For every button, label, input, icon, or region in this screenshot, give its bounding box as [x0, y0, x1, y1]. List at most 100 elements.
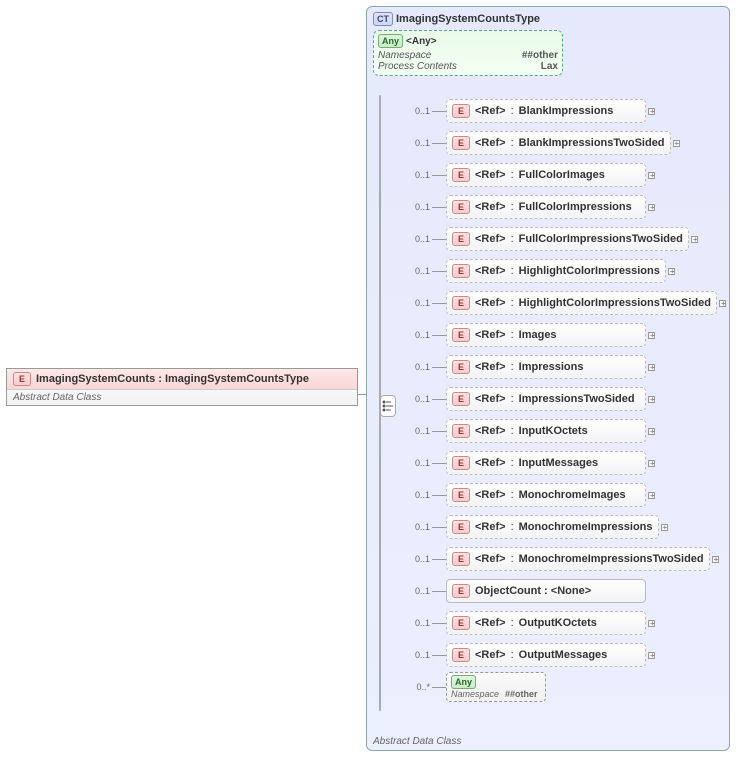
expand-icon[interactable]	[661, 524, 668, 531]
expand-icon[interactable]	[648, 652, 655, 659]
ref-element-box: E<Ref> : InputMessages	[446, 451, 646, 475]
cardinality-label: 0..1	[396, 202, 432, 212]
element-badge: E	[452, 104, 470, 118]
connector-line	[432, 495, 446, 496]
element-badge: E	[452, 392, 470, 406]
expand-icon[interactable]	[648, 364, 655, 371]
expand-icon[interactable]	[719, 300, 726, 307]
ref-label: <Ref>	[475, 617, 506, 629]
any-ns-key: Namespace	[378, 50, 431, 61]
connector-line	[432, 591, 446, 592]
connector-line	[432, 367, 446, 368]
child-row: 0..* Any Namespace ##other	[396, 671, 726, 703]
connector-line	[432, 559, 446, 560]
cardinality-label: 0..1	[396, 426, 432, 436]
expand-icon[interactable]	[648, 620, 655, 627]
any-pc-key: Process Contents	[378, 61, 457, 72]
expand-icon[interactable]	[648, 172, 655, 179]
separator: :	[511, 425, 514, 437]
connector-line	[432, 687, 446, 688]
element-name: MonochromeImpressionsTwoSided	[519, 553, 704, 565]
cardinality-label: 0..1	[396, 586, 432, 596]
expand-icon[interactable]	[648, 492, 655, 499]
any-child-block: Any Namespace ##other	[446, 672, 546, 702]
any-badge: Any	[451, 675, 476, 689]
element-name: HighlightColorImpressionsTwoSided	[519, 297, 711, 309]
connector-line	[432, 399, 446, 400]
child-row: 0..1E<Ref> : HighlightColorImpressions	[396, 255, 726, 287]
ref-element-box: E<Ref> : ImpressionsTwoSided	[446, 387, 646, 411]
ref-element-box: E<Ref> : OutputKOctets	[446, 611, 646, 635]
child-row: 0..1 E <Ref> : HighlightColorImpressionsTw…	[396, 287, 726, 319]
separator: :	[511, 233, 514, 245]
ref-element-box: E <Ref> : FullColorImpressionsTwoSided	[446, 227, 689, 251]
ref-element-box: E<Ref> : BlankImpressionsTwoSided	[446, 131, 671, 155]
element-name: FullColorImpressionsTwoSided	[519, 233, 683, 245]
child-row: 0..1E<Ref> : ImpressionsTwoSided	[396, 383, 726, 415]
expand-icon[interactable]	[648, 332, 655, 339]
ref-element-box: E<Ref> : InputKOctets	[446, 419, 646, 443]
element-name: ImpressionsTwoSided	[519, 393, 635, 405]
separator: :	[511, 105, 514, 117]
cardinality-label: 0..1	[396, 266, 432, 276]
element-badge: E	[452, 168, 470, 182]
ref-label: <Ref>	[475, 297, 506, 309]
element-badge: E	[452, 232, 470, 246]
expand-icon[interactable]	[673, 140, 680, 147]
element-name: OutputKOctets	[519, 617, 597, 629]
connector-line	[432, 271, 446, 272]
ref-label: <Ref>	[475, 169, 506, 181]
ref-element-box: E<Ref> : MonochromeImages	[446, 483, 646, 507]
element-name: BlankImpressionsTwoSided	[519, 137, 665, 149]
child-row: 0..1EObjectCount : <None>	[396, 575, 726, 607]
root-element: E ImagingSystemCounts : ImagingSystemCou…	[6, 368, 358, 406]
ref-label: <Ref>	[475, 137, 506, 149]
expand-icon[interactable]	[648, 460, 655, 467]
element-name: OutputMessages	[519, 649, 608, 661]
connector-line	[432, 527, 446, 528]
child-row: 0..1E<Ref> : Impressions	[396, 351, 726, 383]
expand-icon[interactable]	[648, 396, 655, 403]
child-row: 0..1 E<Ref> : InputKOctets	[396, 415, 726, 447]
expand-icon[interactable]	[712, 556, 719, 563]
element-badge: E	[452, 200, 470, 214]
element-badge: E	[452, 296, 470, 310]
ref-element-box: E<Ref> : FullColorImpressions	[446, 195, 646, 219]
element-name: Impressions	[519, 361, 584, 373]
cardinality-label: 0..1	[396, 490, 432, 500]
expand-icon[interactable]	[668, 268, 675, 275]
element-badge: E	[452, 328, 470, 342]
child-row: 0..1E<Ref> : FullColorImages	[396, 159, 726, 191]
separator: :	[511, 137, 514, 149]
expand-icon[interactable]	[648, 428, 655, 435]
child-row: 0..1E<Ref> : BlankImpressions	[396, 95, 726, 127]
cardinality-label: 0..1	[396, 458, 432, 468]
sequence-group: 0..1 E<Ref> : BlankImpressions 0..1 E<Ref> …	[379, 95, 719, 721]
any-ns-val: ##other	[522, 50, 558, 61]
separator: :	[511, 201, 514, 213]
connector-line	[432, 175, 446, 176]
ct-footer: Abstract Data Class	[373, 736, 461, 747]
cardinality-label: 0..1	[396, 298, 432, 308]
child-row: 0..1E<Ref> : Images	[396, 319, 726, 351]
child-row: 0..1E<Ref> : OutputKOctets	[396, 607, 726, 639]
expand-icon[interactable]	[648, 108, 655, 115]
expand-icon[interactable]	[691, 236, 698, 243]
expand-icon[interactable]	[648, 204, 655, 211]
children-list: 0..1E<Ref> : BlankImpressions0..1E<Ref> …	[396, 95, 726, 721]
separator: :	[511, 297, 514, 309]
ref-label: <Ref>	[475, 233, 506, 245]
any-ns-val: ##other	[505, 689, 538, 699]
connector-line	[432, 655, 446, 656]
child-row: 0..1 E <Ref> : FullColorImpressionsTwoSide…	[396, 223, 726, 255]
ref-label: <Ref>	[475, 361, 506, 373]
any-top-label: <Any>	[406, 36, 437, 47]
ref-label: <Ref>	[475, 489, 506, 501]
cardinality-label: 0..1	[396, 234, 432, 244]
element-badge: E	[452, 648, 470, 662]
connector-line	[432, 623, 446, 624]
cardinality-label: 0..*	[396, 682, 432, 692]
ref-element-box: E<Ref> : BlankImpressions	[446, 99, 646, 123]
ct-title: ImagingSystemCountsType	[396, 13, 540, 25]
child-row: 0..1E<Ref> : MonochromeImpressions	[396, 511, 726, 543]
